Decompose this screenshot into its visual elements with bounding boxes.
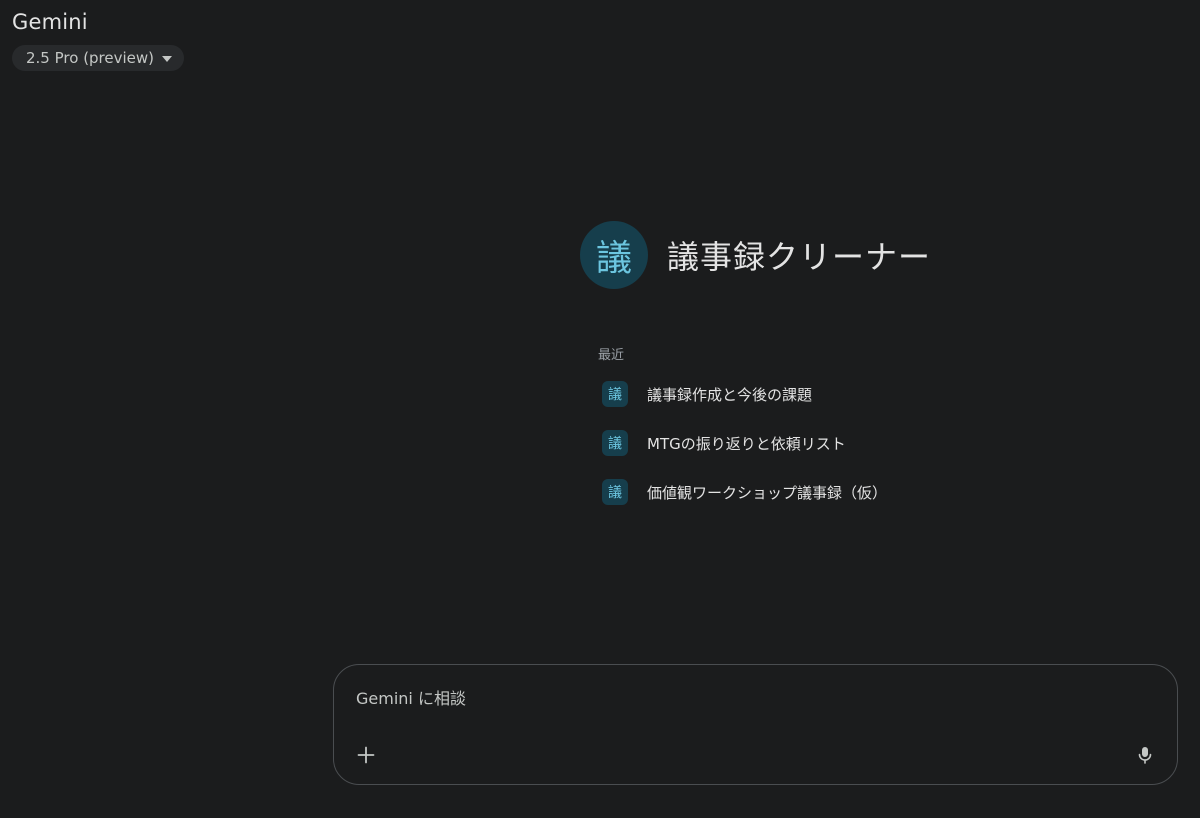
gem-icon: 議: [602, 381, 628, 407]
gemini-app: Gemini 2.5 Pro (preview) 議 議事録クリーナー 最近 議…: [0, 0, 1200, 818]
recent-item-label: 価値観ワークショップ議事録（仮）: [647, 483, 888, 502]
add-button[interactable]: [352, 741, 380, 769]
recent-item[interactable]: 議 価値観ワークショップ議事録（仮）: [602, 478, 1022, 506]
recent-list: 議 議事録作成と今後の課題 議 MTGの振り返りと依頼リスト 議 価値観ワークシ…: [602, 380, 1022, 527]
gem-icon: 議: [602, 479, 628, 505]
recent-item-label: 議事録作成と今後の課題: [647, 385, 813, 404]
model-label: 2.5 Pro (preview): [26, 49, 155, 67]
gem-title: 議事録クリーナー: [667, 238, 932, 276]
model-picker[interactable]: 2.5 Pro (preview): [12, 45, 185, 71]
recent-item[interactable]: 議 MTGの振り返りと依頼リスト: [602, 429, 1022, 457]
prompt-box: [333, 664, 1178, 785]
app-title: Gemini: [12, 10, 88, 34]
prompt-input[interactable]: [356, 685, 1116, 711]
recent-item-label: MTGの振り返りと依頼リスト: [647, 434, 846, 453]
caret-down-icon: [162, 55, 173, 62]
recent-heading: 最近: [598, 348, 625, 363]
gem-icon: 議: [602, 430, 628, 456]
recent-item[interactable]: 議 議事録作成と今後の課題: [602, 380, 1022, 408]
plus-icon: [357, 746, 375, 764]
mic-button[interactable]: [1131, 741, 1159, 769]
gem-header: 議 議事録クリーナー: [580, 221, 931, 289]
gem-avatar: 議: [580, 221, 648, 289]
microphone-icon: [1138, 747, 1152, 764]
